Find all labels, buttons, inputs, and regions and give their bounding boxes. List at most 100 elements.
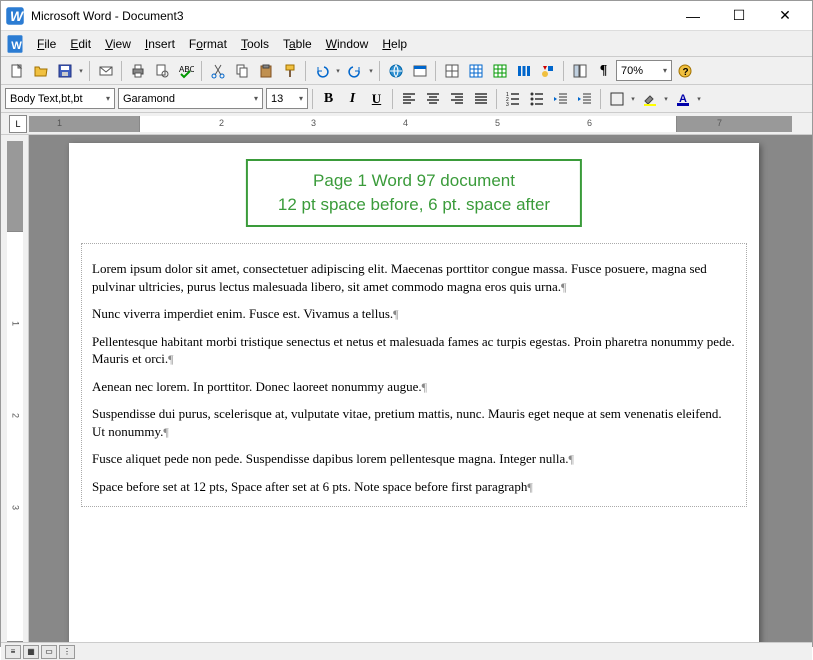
- columns-button[interactable]: [512, 59, 535, 82]
- document-area[interactable]: Page 1 Word 97 document 12 pt space befo…: [29, 135, 812, 642]
- borders-dropdown-icon[interactable]: ▾: [629, 95, 637, 103]
- menu-view[interactable]: View: [99, 35, 137, 53]
- pilcrow-icon: ¶: [393, 307, 398, 321]
- callout-line2: 12 pt space before, 6 pt. space after: [278, 193, 550, 217]
- pilcrow-icon: ¶: [527, 480, 532, 494]
- new-button[interactable]: [5, 59, 28, 82]
- zoom-value: 70%: [621, 65, 643, 77]
- chevron-down-icon: ▾: [104, 94, 112, 103]
- align-left-button[interactable]: [397, 87, 420, 110]
- pilcrow-icon: ¶: [163, 425, 168, 439]
- underline-button[interactable]: U: [365, 87, 388, 110]
- highlight-dropdown-icon[interactable]: ▾: [662, 95, 670, 103]
- chevron-down-icon: ▾: [661, 66, 669, 75]
- show-hide-button[interactable]: ¶: [592, 59, 615, 82]
- paragraph: Pellentesque habitant morbi tristique se…: [92, 333, 736, 368]
- horizontal-ruler[interactable]: L 1 2 3 4 5 6 7: [1, 113, 812, 135]
- spellcheck-button[interactable]: ABC: [174, 59, 197, 82]
- italic-button[interactable]: I: [341, 87, 364, 110]
- svg-text:?: ?: [682, 67, 688, 78]
- callout-line1: Page 1 Word 97 document: [278, 169, 550, 193]
- font-value: Garamond: [123, 93, 175, 105]
- paragraph: Suspendisse dui purus, scelerisque at, v…: [92, 405, 736, 440]
- style-value: Body Text,bt,bt: [10, 93, 83, 105]
- drawing-button[interactable]: [536, 59, 559, 82]
- vertical-ruler[interactable]: 1 2 3: [1, 135, 29, 642]
- format-painter-button[interactable]: [278, 59, 301, 82]
- maximize-button[interactable]: ☐: [716, 2, 762, 30]
- web-toolbar-button[interactable]: [408, 59, 431, 82]
- save-dropdown-icon[interactable]: ▾: [77, 67, 85, 75]
- insert-table-button[interactable]: [464, 59, 487, 82]
- save-button[interactable]: [53, 59, 76, 82]
- cut-button[interactable]: [206, 59, 229, 82]
- open-button[interactable]: [29, 59, 52, 82]
- numbered-list-button[interactable]: 123: [501, 87, 524, 110]
- statusbar: ≡ ▦ ▭ ⋮: [1, 642, 812, 660]
- print-preview-button[interactable]: [150, 59, 173, 82]
- bold-button[interactable]: B: [317, 87, 340, 110]
- pilcrow-icon: ¶: [569, 452, 574, 466]
- menu-help[interactable]: Help: [376, 35, 413, 53]
- menu-format[interactable]: Format: [183, 35, 233, 53]
- style-combo[interactable]: Body Text,bt,bt ▾: [5, 88, 115, 109]
- copy-button[interactable]: [230, 59, 253, 82]
- borders-button[interactable]: [605, 87, 628, 110]
- redo-button[interactable]: [343, 59, 366, 82]
- bulleted-list-button[interactable]: [525, 87, 548, 110]
- increase-indent-button[interactable]: [573, 87, 596, 110]
- annotation-callout: Page 1 Word 97 document 12 pt space befo…: [246, 159, 582, 227]
- doc-map-button[interactable]: [568, 59, 591, 82]
- help-button[interactable]: ?: [673, 59, 696, 82]
- app-window: W Microsoft Word - Document3 — ☐ ✕ W Fil…: [0, 0, 813, 647]
- menu-edit[interactable]: Edit: [64, 35, 97, 53]
- window-title: Microsoft Word - Document3: [31, 9, 670, 23]
- menu-tools[interactable]: Tools: [235, 35, 275, 53]
- font-color-button[interactable]: A: [671, 87, 694, 110]
- pilcrow-icon: ¶: [422, 380, 427, 394]
- zoom-combo[interactable]: 70% ▾: [616, 60, 672, 81]
- print-button[interactable]: [126, 59, 149, 82]
- close-button[interactable]: ✕: [762, 2, 808, 30]
- svg-text:3: 3: [506, 102, 509, 107]
- undo-button[interactable]: [310, 59, 333, 82]
- chevron-down-icon: ▾: [252, 94, 260, 103]
- align-right-button[interactable]: [445, 87, 468, 110]
- paragraph: Lorem ipsum dolor sit amet, consectetuer…: [92, 260, 736, 295]
- size-value: 13: [271, 93, 283, 105]
- paragraph: Aenean nec lorem. In porttitor. Donec la…: [92, 378, 736, 396]
- menu-table[interactable]: Table: [277, 35, 318, 53]
- align-center-button[interactable]: [421, 87, 444, 110]
- menu-file[interactable]: File: [31, 35, 62, 53]
- app-icon: W: [5, 6, 25, 26]
- paragraph: Nunc viverra imperdiet enim. Fusce est. …: [92, 305, 736, 323]
- excel-button[interactable]: [488, 59, 511, 82]
- mail-button[interactable]: [94, 59, 117, 82]
- decrease-indent-button[interactable]: [549, 87, 572, 110]
- hyperlink-button[interactable]: [384, 59, 407, 82]
- font-color-dropdown-icon[interactable]: ▾: [695, 95, 703, 103]
- svg-text:W: W: [10, 9, 24, 24]
- doc-icon[interactable]: W: [5, 34, 25, 54]
- tables-borders-button[interactable]: [440, 59, 463, 82]
- font-combo[interactable]: Garamond ▾: [118, 88, 263, 109]
- paragraph: Space before set at 12 pts, Space after …: [92, 478, 736, 496]
- paste-button[interactable]: [254, 59, 277, 82]
- titlebar: W Microsoft Word - Document3 — ☐ ✕: [1, 1, 812, 31]
- svg-text:W: W: [11, 40, 22, 52]
- paragraph: Fusce aliquet pede non pede. Suspendisse…: [92, 450, 736, 468]
- undo-dropdown-icon[interactable]: ▾: [334, 67, 342, 75]
- highlight-button[interactable]: [638, 87, 661, 110]
- standard-toolbar: ▾ ABC ▾ ▾ ¶ 70% ▾ ?: [1, 57, 812, 85]
- size-combo[interactable]: 13 ▾: [266, 88, 308, 109]
- window-controls: — ☐ ✕: [670, 2, 808, 30]
- text-frame[interactable]: Lorem ipsum dolor sit amet, consectetuer…: [81, 243, 747, 507]
- redo-dropdown-icon[interactable]: ▾: [367, 67, 375, 75]
- minimize-button[interactable]: —: [670, 2, 716, 30]
- justify-button[interactable]: [469, 87, 492, 110]
- menubar: W File Edit View Insert Format Tools Tab…: [1, 31, 812, 57]
- menu-insert[interactable]: Insert: [139, 35, 181, 53]
- menu-window[interactable]: Window: [320, 35, 375, 53]
- tab-selector[interactable]: L: [9, 115, 27, 133]
- svg-text:ABC: ABC: [179, 65, 194, 74]
